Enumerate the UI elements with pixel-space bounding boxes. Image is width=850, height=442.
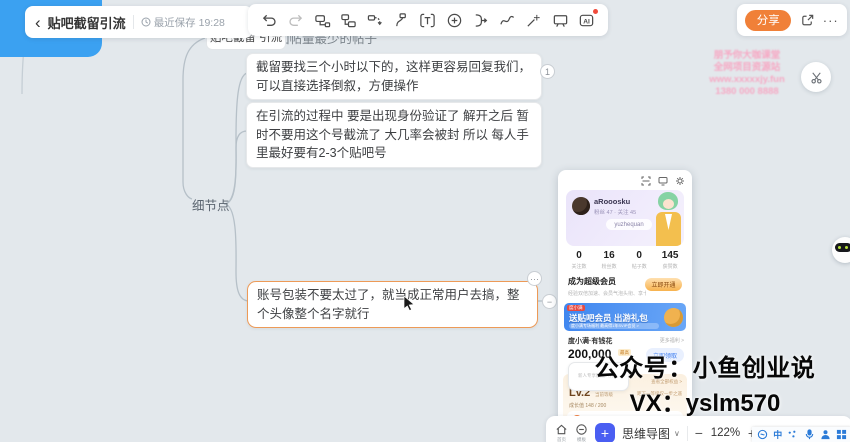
relation-line-icon[interactable] [364, 9, 386, 31]
tray-app-icon[interactable] [757, 429, 768, 440]
blue-node-glyph: 入 [10, 0, 40, 4]
laser-pointer-icon[interactable] [523, 9, 545, 31]
add-node-button[interactable]: + [595, 423, 615, 442]
profile-username: aRooosku [594, 197, 630, 206]
back-button[interactable]: ‹ [35, 14, 41, 31]
stat-posts[interactable]: 0帖子数 [632, 250, 647, 270]
share-group: 分享 ··· [737, 4, 847, 36]
document-header: ‹ 贴吧截留引流 最近保存 19:28 [25, 6, 253, 38]
header-divider [133, 15, 134, 29]
export-icon[interactable] [800, 13, 815, 28]
add-topic-icon[interactable] [311, 9, 333, 31]
home-icon [555, 423, 568, 436]
tray-capture-icon[interactable] [787, 429, 798, 440]
gear-icon[interactable] [675, 176, 685, 186]
note-3-more-badge[interactable]: ··· [527, 271, 542, 286]
phone-top-icons [641, 176, 685, 186]
ai-notification-dot [593, 9, 598, 14]
summary-bracket-icon[interactable] [470, 9, 492, 31]
home-button[interactable]: 首页 [555, 423, 568, 442]
svip-open-button[interactable]: 立即开通 [645, 278, 682, 291]
growth-more-link[interactable]: 查看全部权益 > [651, 379, 682, 385]
clock-icon [141, 17, 151, 27]
svip-subtitle: 经验双倍加速、会员气泡头衔、享十项特权 [568, 290, 646, 297]
note-node-3-selected[interactable]: 账号包装不要太过了，就当成正常用户去搞，整个头像整个名字就行 [247, 281, 538, 328]
pink-watermark: 朋予你大咖课堂 全网项目资源站 www.xxxxxjy.fun 1380 000… [672, 50, 822, 98]
document-title[interactable]: 贴吧截留引流 [48, 13, 126, 32]
redo-icon[interactable] [285, 9, 307, 31]
mascot-eye-left [838, 246, 841, 249]
zoom-level[interactable]: 122% [710, 427, 741, 439]
draw-squiggle-icon[interactable] [496, 9, 518, 31]
zoom-out-button[interactable]: − [695, 426, 703, 440]
chevron-down-icon: ∨ [674, 429, 680, 438]
text-tool-icon[interactable] [417, 9, 439, 31]
profile-stats-row: 0关注数 16粉丝数 0帖子数 145获赞数 [558, 250, 692, 270]
mascot-eye-right [845, 246, 848, 249]
note-node-2[interactable]: 在引流的过程中 要是出现身份验证了 解开之后 暂时不要用这个号截流了 大几率会被… [246, 102, 542, 168]
banner-mascot [664, 308, 683, 327]
add-subtopic-icon[interactable] [338, 9, 360, 31]
insert-plus-icon[interactable] [443, 9, 465, 31]
share-button[interactable]: 分享 [745, 10, 791, 31]
stat-likes[interactable]: 145获赞数 [662, 250, 679, 270]
avatar[interactable] [572, 197, 590, 215]
growth-progress: 成长值 148 / 200 [569, 402, 606, 409]
main-toolbar: AI [248, 4, 608, 36]
note-3-collapse-toggle[interactable]: − [542, 294, 557, 309]
loan-title: 度小满·有钱花 [568, 336, 612, 346]
ai-assistant-icon[interactable]: AI [576, 9, 598, 31]
stat-fans[interactable]: 16粉丝数 [602, 250, 617, 270]
scan-icon[interactable] [641, 176, 651, 186]
template-button[interactable]: 模板 [575, 423, 588, 442]
template-icon [575, 423, 588, 436]
stat-follow[interactable]: 0关注数 [572, 250, 587, 270]
note-1-number-badge[interactable]: 1 [540, 64, 555, 79]
anime-character [654, 192, 684, 246]
connector-label-icon[interactable] [390, 9, 412, 31]
scissors-tool-bubble[interactable] [801, 62, 831, 92]
loan-amount-tag: 最高 [618, 349, 631, 356]
autosave-status: 最近保存 19:28 [141, 15, 225, 30]
ai-mascot[interactable] [832, 237, 850, 267]
loan-more-link[interactable]: 更多福利 > [660, 337, 684, 344]
profile-card[interactable]: aRooosku 粉丝 47 · 关注 45 yuzhequan [566, 190, 684, 246]
undo-icon[interactable] [258, 9, 280, 31]
person-icon[interactable] [820, 429, 831, 440]
loan-claim-button[interactable]: 立即领取 [646, 348, 684, 362]
svip-row: 成为超级会员 经验双倍加速、会员气泡头衔、享十项特权 立即开通 [568, 276, 682, 297]
more-menu-icon[interactable]: ··· [823, 13, 839, 28]
note-node-1[interactable]: 截留要找三个小时以下的，这样更容易回复我们，可以直接选择倒叙，方便操作 [246, 53, 542, 100]
scissors-icon [809, 70, 824, 85]
branch-node-detail[interactable]: 细节点 [192, 195, 230, 214]
loan-amount: 200,000 [568, 347, 611, 361]
growth-level-note: 当前等级 [595, 392, 613, 398]
diagram-mode-select[interactable]: 思维导图 ∨ [622, 425, 680, 442]
profile-tag-pill[interactable]: yuzhequan [606, 219, 652, 230]
frame-icon[interactable] [549, 9, 571, 31]
profile-meta: 粉丝 47 · 关注 45 [594, 208, 636, 216]
promo-banner[interactable]: 度小满 送贴吧会员 出游礼包 度小满专场福利 最高得1年SVIP会员 > [564, 303, 686, 331]
banner-brand-tag: 度小满 [567, 305, 585, 311]
banner-subtitle: 度小满专场福利 最高得1年SVIP会员 > [569, 323, 659, 329]
bottom-divider [687, 426, 688, 441]
ime-indicator[interactable]: 中 [773, 428, 782, 441]
grid-icon[interactable] [836, 429, 847, 440]
mouse-cursor [403, 296, 416, 312]
system-tray: 中 [752, 427, 850, 442]
growth-hint: 距下一等级仅一步之遥 [637, 391, 682, 397]
loan-note: 新人专享额度（元） [568, 362, 629, 391]
tieba-screenshot-panel[interactable]: aRooosku 粉丝 47 · 关注 45 yuzhequan 0关注数 16… [558, 170, 692, 442]
monitor-icon[interactable] [658, 176, 668, 186]
microphone-icon[interactable] [804, 429, 815, 440]
svg-text:AI: AI [583, 18, 590, 25]
